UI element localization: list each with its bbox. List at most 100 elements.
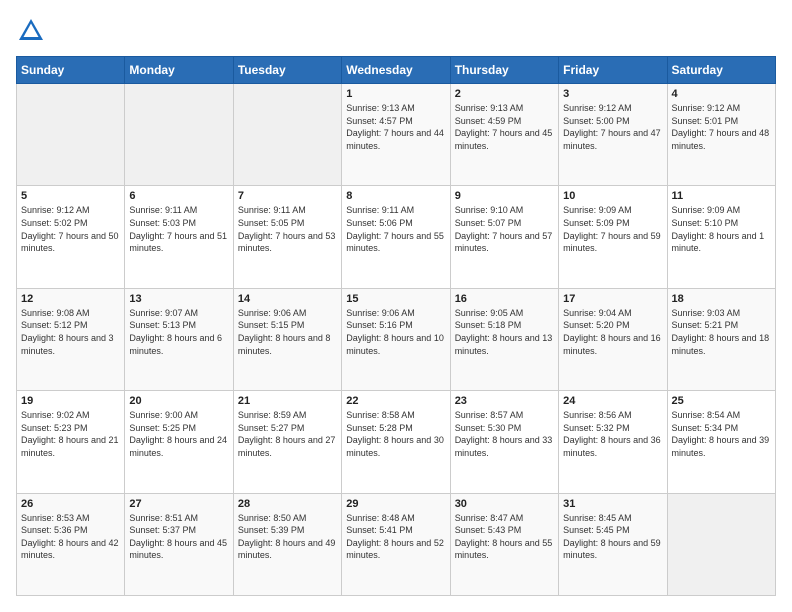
day-info: Sunrise: 8:45 AM Sunset: 5:45 PM Dayligh…	[563, 512, 662, 562]
calendar-cell: 24Sunrise: 8:56 AM Sunset: 5:32 PM Dayli…	[559, 391, 667, 493]
calendar-week-row: 26 Sunrise: 8:53 AM Sunset: 5:36 PM Dayli…	[17, 493, 776, 595]
day-info: Sunrise: 9:11 AM Sunset: 5:03 PM Dayligh…	[129, 204, 228, 254]
calendar-header-saturday: Saturday	[667, 57, 775, 84]
day-number: 16	[455, 293, 554, 305]
calendar-week-row: 5 Sunrise: 9:12 AM Sunset: 5:02 PM Daylig…	[17, 186, 776, 288]
day-info: Sunrise: 9:04 AM Sunset: 5:20 PM Dayligh…	[563, 307, 662, 357]
logo-icon	[16, 16, 46, 46]
calendar-cell	[233, 84, 341, 186]
day-info: Sunrise: 9:13 AM Sunset: 4:59 PM Dayligh…	[455, 102, 554, 152]
calendar-cell: 21 Sunrise: 8:59 AM Sunset: 5:27 PM Dayli…	[233, 391, 341, 493]
calendar-cell: 19Sunrise: 9:02 AM Sunset: 5:23 PM Dayli…	[17, 391, 125, 493]
calendar-header-wednesday: Wednesday	[342, 57, 450, 84]
day-number: 13	[129, 293, 228, 305]
day-number: 23	[455, 395, 554, 407]
calendar-cell: 28 Sunrise: 8:50 AM Sunset: 5:39 PM Dayli…	[233, 493, 341, 595]
calendar-cell: 5 Sunrise: 9:12 AM Sunset: 5:02 PM Daylig…	[17, 186, 125, 288]
day-number: 3	[563, 88, 662, 100]
calendar-cell	[17, 84, 125, 186]
calendar-cell: 14 Sunrise: 9:06 AM Sunset: 5:15 PM Dayli…	[233, 288, 341, 390]
day-number: 27	[129, 498, 228, 510]
day-info: Sunrise: 9:05 AM Sunset: 5:18 PM Dayligh…	[455, 307, 554, 357]
day-number: 6	[129, 190, 228, 202]
day-info: Sunrise: 9:11 AM Sunset: 5:06 PM Dayligh…	[346, 204, 445, 254]
day-info: Sunrise: 9:11 AM Sunset: 5:05 PM Dayligh…	[238, 204, 337, 254]
day-info: Sunrise: 9:08 AM Sunset: 5:12 PM Dayligh…	[21, 307, 120, 357]
day-info: Sunrise: 9:12 AM Sunset: 5:02 PM Dayligh…	[21, 204, 120, 254]
day-number: 25	[672, 395, 771, 407]
day-info: Sunrise: 9:13 AM Sunset: 4:57 PM Dayligh…	[346, 102, 445, 152]
day-number: 9	[455, 190, 554, 202]
day-number: 21	[238, 395, 337, 407]
day-info: Sunrise: 8:47 AM Sunset: 5:43 PM Dayligh…	[455, 512, 554, 562]
day-number: 20	[129, 395, 228, 407]
calendar-cell: 16 Sunrise: 9:05 AM Sunset: 5:18 PM Dayli…	[450, 288, 558, 390]
day-info: Sunrise: 9:06 AM Sunset: 5:16 PM Dayligh…	[346, 307, 445, 357]
day-number: 2	[455, 88, 554, 100]
calendar-cell: 6 Sunrise: 9:11 AM Sunset: 5:03 PM Daylig…	[125, 186, 233, 288]
day-number: 26	[21, 498, 120, 510]
calendar-cell: 9 Sunrise: 9:10 AM Sunset: 5:07 PM Daylig…	[450, 186, 558, 288]
header	[16, 16, 776, 46]
day-number: 29	[346, 498, 445, 510]
day-number: 31	[563, 498, 662, 510]
day-number: 14	[238, 293, 337, 305]
day-info: Sunrise: 9:12 AM Sunset: 5:00 PM Dayligh…	[563, 102, 662, 152]
day-number: 11	[672, 190, 771, 202]
calendar-week-row: 19Sunrise: 9:02 AM Sunset: 5:23 PM Dayli…	[17, 391, 776, 493]
calendar-header-monday: Monday	[125, 57, 233, 84]
calendar-cell	[125, 84, 233, 186]
calendar-cell: 3 Sunrise: 9:12 AM Sunset: 5:00 PM Daylig…	[559, 84, 667, 186]
calendar-cell: 17 Sunrise: 9:04 AM Sunset: 5:20 PM Dayli…	[559, 288, 667, 390]
calendar-cell: 31 Sunrise: 8:45 AM Sunset: 5:45 PM Dayli…	[559, 493, 667, 595]
calendar-cell: 26 Sunrise: 8:53 AM Sunset: 5:36 PM Dayli…	[17, 493, 125, 595]
day-number: 18	[672, 293, 771, 305]
calendar-cell: 10Sunrise: 9:09 AM Sunset: 5:09 PM Dayli…	[559, 186, 667, 288]
day-number: 15	[346, 293, 445, 305]
calendar-cell: 11Sunrise: 9:09 AM Sunset: 5:10 PM Dayli…	[667, 186, 775, 288]
day-info: Sunrise: 8:54 AM Sunset: 5:34 PM Dayligh…	[672, 409, 771, 459]
day-info: Sunrise: 9:12 AM Sunset: 5:01 PM Dayligh…	[672, 102, 771, 152]
calendar-cell: 30 Sunrise: 8:47 AM Sunset: 5:43 PM Dayli…	[450, 493, 558, 595]
calendar-cell: 13Sunrise: 9:07 AM Sunset: 5:13 PM Dayli…	[125, 288, 233, 390]
day-info: Sunrise: 8:57 AM Sunset: 5:30 PM Dayligh…	[455, 409, 554, 459]
day-number: 17	[563, 293, 662, 305]
calendar-cell: 27 Sunrise: 8:51 AM Sunset: 5:37 PM Dayli…	[125, 493, 233, 595]
calendar-cell: 25 Sunrise: 8:54 AM Sunset: 5:34 PM Dayli…	[667, 391, 775, 493]
calendar-header-tuesday: Tuesday	[233, 57, 341, 84]
day-number: 28	[238, 498, 337, 510]
day-number: 5	[21, 190, 120, 202]
calendar-cell: 22Sunrise: 8:58 AM Sunset: 5:28 PM Dayli…	[342, 391, 450, 493]
calendar-header-sunday: Sunday	[17, 57, 125, 84]
day-info: Sunrise: 8:48 AM Sunset: 5:41 PM Dayligh…	[346, 512, 445, 562]
day-number: 10	[563, 190, 662, 202]
calendar-cell: 1 Sunrise: 9:13 AM Sunset: 4:57 PM Daylig…	[342, 84, 450, 186]
calendar-table: SundayMondayTuesdayWednesdayThursdayFrid…	[16, 56, 776, 596]
day-info: Sunrise: 8:59 AM Sunset: 5:27 PM Dayligh…	[238, 409, 337, 459]
calendar-cell: 18 Sunrise: 9:03 AM Sunset: 5:21 PM Dayli…	[667, 288, 775, 390]
day-info: Sunrise: 9:00 AM Sunset: 5:25 PM Dayligh…	[129, 409, 228, 459]
day-number: 22	[346, 395, 445, 407]
calendar-cell: 15 Sunrise: 9:06 AM Sunset: 5:16 PM Dayli…	[342, 288, 450, 390]
calendar-cell: 4 Sunrise: 9:12 AM Sunset: 5:01 PM Daylig…	[667, 84, 775, 186]
day-info: Sunrise: 8:51 AM Sunset: 5:37 PM Dayligh…	[129, 512, 228, 562]
calendar-cell: 23 Sunrise: 8:57 AM Sunset: 5:30 PM Dayli…	[450, 391, 558, 493]
calendar-header-friday: Friday	[559, 57, 667, 84]
day-info: Sunrise: 8:53 AM Sunset: 5:36 PM Dayligh…	[21, 512, 120, 562]
calendar-week-row: 12Sunrise: 9:08 AM Sunset: 5:12 PM Dayli…	[17, 288, 776, 390]
logo	[16, 16, 50, 46]
day-number: 24	[563, 395, 662, 407]
day-number: 7	[238, 190, 337, 202]
day-number: 1	[346, 88, 445, 100]
day-info: Sunrise: 8:50 AM Sunset: 5:39 PM Dayligh…	[238, 512, 337, 562]
calendar-cell: 7 Sunrise: 9:11 AM Sunset: 5:05 PM Daylig…	[233, 186, 341, 288]
calendar-cell: 20 Sunrise: 9:00 AM Sunset: 5:25 PM Dayli…	[125, 391, 233, 493]
day-info: Sunrise: 9:06 AM Sunset: 5:15 PM Dayligh…	[238, 307, 337, 357]
day-info: Sunrise: 9:03 AM Sunset: 5:21 PM Dayligh…	[672, 307, 771, 357]
day-number: 30	[455, 498, 554, 510]
calendar-header-row: SundayMondayTuesdayWednesdayThursdayFrid…	[17, 57, 776, 84]
day-info: Sunrise: 9:02 AM Sunset: 5:23 PM Dayligh…	[21, 409, 120, 459]
day-info: Sunrise: 9:10 AM Sunset: 5:07 PM Dayligh…	[455, 204, 554, 254]
day-number: 4	[672, 88, 771, 100]
calendar-header-thursday: Thursday	[450, 57, 558, 84]
